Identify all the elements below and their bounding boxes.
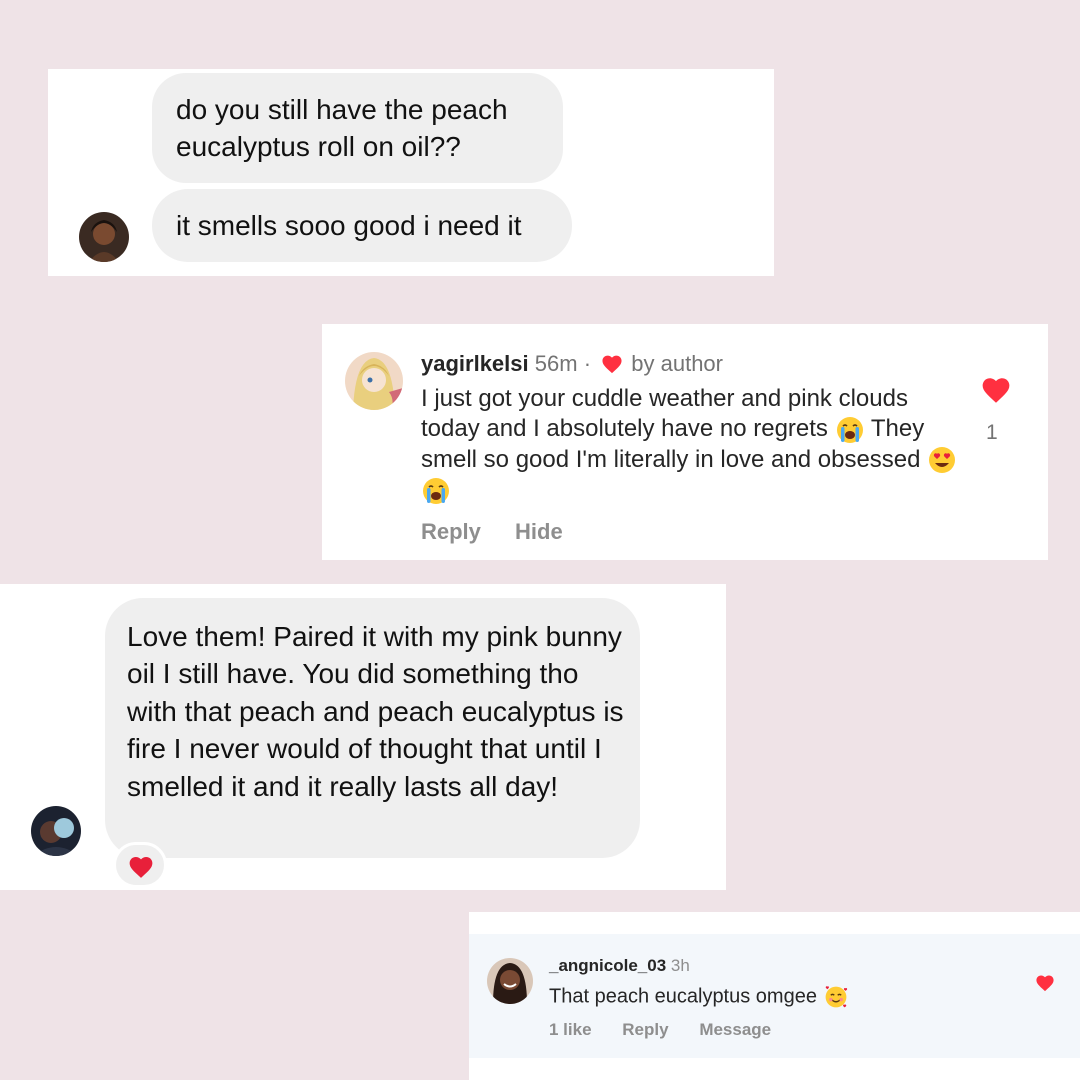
message-text: it smells sooo good i need it	[176, 210, 522, 241]
message-button[interactable]: Message	[699, 1020, 771, 1039]
username[interactable]: _angnicole_03	[549, 956, 666, 975]
message-reaction[interactable]	[113, 842, 167, 888]
timestamp: 56m	[534, 351, 578, 376]
reply-button[interactable]: Reply	[622, 1020, 668, 1039]
reply-button[interactable]: Reply	[421, 519, 481, 544]
comment-text-part: That peach eucalyptus omgee	[549, 985, 817, 1008]
heart-eyes-face-icon	[929, 447, 956, 474]
comment-meta: _angnicole_03 3h	[549, 956, 690, 976]
dm-card-question: do you still have the peach eucalyptus r…	[48, 69, 774, 276]
comment-card: yagirlkelsi 56m · by author I just got y…	[322, 324, 1048, 560]
comment-meta: yagirlkelsi 56m · by author	[421, 351, 723, 377]
message-text: Love them! Paired it with my pink bunny …	[127, 621, 624, 802]
timestamp: 3h	[670, 956, 690, 975]
red-heart-icon	[129, 857, 153, 878]
comment-card: _angnicole_03 3h That peach eucalyptus o…	[469, 912, 1080, 1080]
avatar[interactable]	[79, 212, 129, 262]
loudly-crying-face-icon	[423, 477, 449, 504]
comment-actions: 1 like Reply Message	[549, 1020, 797, 1040]
message-text: do you still have the peach eucalyptus r…	[176, 94, 508, 162]
hide-button[interactable]: Hide	[515, 519, 563, 544]
username[interactable]: yagirlkelsi	[421, 351, 529, 376]
like-heart-icon[interactable]	[1035, 974, 1055, 992]
avatar[interactable]	[345, 352, 403, 410]
comment-actions: Reply Hide	[421, 519, 591, 545]
heart-icon	[602, 355, 622, 374]
comment-text: I just got your cuddle weather and pink …	[421, 384, 961, 506]
smiling-face-with-hearts-icon	[825, 986, 847, 1008]
message-bubble[interactable]: Love them! Paired it with my pink bunny …	[105, 598, 640, 858]
separator: ·	[583, 351, 592, 376]
loudly-crying-face-icon	[836, 416, 863, 443]
like-heart-icon[interactable]	[980, 376, 1012, 404]
message-bubble[interactable]: it smells sooo good i need it	[152, 189, 572, 262]
avatar[interactable]	[487, 958, 533, 1004]
like-count[interactable]: 1 like	[549, 1020, 592, 1039]
avatar[interactable]	[31, 806, 81, 856]
dm-card-review: Love them! Paired it with my pink bunny …	[0, 584, 726, 890]
comment-text: That peach eucalyptus omgee	[549, 984, 849, 1010]
like-count: 1	[986, 421, 998, 444]
message-bubble[interactable]: do you still have the peach eucalyptus r…	[152, 73, 563, 183]
comment-row: _angnicole_03 3h That peach eucalyptus o…	[469, 934, 1080, 1058]
liked-by-author-label: by author	[631, 351, 723, 376]
